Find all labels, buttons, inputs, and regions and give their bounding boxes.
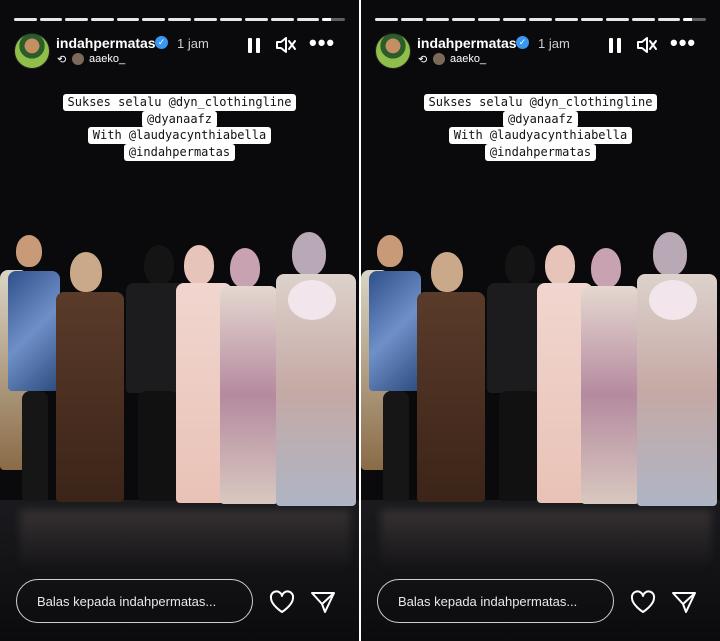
username[interactable]: indahpermatas: [417, 35, 517, 51]
heart-icon[interactable]: [269, 590, 295, 614]
progress-segment: [554, 18, 578, 21]
post-time: 1 jam: [538, 36, 570, 51]
heart-icon[interactable]: [630, 590, 656, 614]
progress-segment: [296, 18, 320, 21]
caption-line: With @laudyacynthiabella: [0, 126, 359, 144]
progress-segment: [168, 18, 191, 21]
progress-segment: [452, 18, 475, 21]
progress-segment: [14, 18, 37, 21]
avatar[interactable]: [375, 33, 411, 69]
progress-segment: [683, 18, 706, 21]
avatar[interactable]: [14, 33, 50, 69]
repost-username[interactable]: aaeko_: [450, 53, 486, 65]
caption-sticker[interactable]: Sukses selalu @dyn_clothingline: [423, 94, 658, 111]
progress-segment: [657, 18, 681, 21]
send-icon[interactable]: [671, 589, 697, 615]
progress-fill: [322, 18, 332, 21]
progress-segment: [322, 18, 345, 21]
reply-placeholder: Balas kepada indahpermatas...: [37, 594, 217, 609]
caption-sticker[interactable]: Sukses selalu @dyn_clothingline: [62, 94, 297, 111]
send-icon[interactable]: [310, 589, 336, 615]
caption-line: @indahpermatas: [361, 143, 720, 161]
story-progress-bar: [14, 18, 345, 21]
repost-icon: ⟲: [57, 54, 67, 66]
caption-line: Sukses selalu @dyn_clothingline: [0, 93, 359, 111]
progress-segment: [219, 18, 243, 21]
progress-segment: [529, 18, 552, 21]
pause-icon[interactable]: [247, 37, 261, 53]
progress-segment: [142, 18, 166, 21]
progress-segment: [245, 18, 268, 21]
reply-input[interactable]: Balas kepada indahpermatas...: [16, 579, 253, 623]
verified-badge-icon: ✓: [516, 36, 529, 49]
repost-avatar: [72, 53, 84, 65]
progress-segment: [580, 18, 604, 21]
more-dots-icon[interactable]: •••: [670, 32, 695, 54]
progress-segment: [193, 18, 217, 21]
caption-sticker[interactable]: With @laudyacynthiabella: [448, 127, 633, 144]
progress-segment: [477, 18, 501, 21]
repost-username[interactable]: aaeko_: [89, 53, 125, 65]
speaker-muted-icon[interactable]: [275, 35, 297, 55]
caption-sticker[interactable]: @indahpermatas: [484, 144, 597, 161]
caption-sticker[interactable]: With @laudyacynthiabella: [87, 127, 272, 144]
story-viewer-right[interactable]: indahpermatas ✓ 1 jam ⟲ aaeko_ ••• Sukse…: [361, 0, 720, 641]
caption-line: With @laudyacynthiabella: [361, 126, 720, 144]
verified-badge-icon: ✓: [155, 36, 168, 49]
progress-segment: [375, 18, 398, 21]
more-dots-icon[interactable]: •••: [309, 32, 334, 54]
screenshot-pair: indahpermatas ✓ 1 jam ⟲ aaeko_ ••• Sukse…: [0, 0, 720, 641]
progress-segment: [39, 18, 63, 21]
progress-segment: [91, 18, 114, 21]
progress-segment: [631, 18, 655, 21]
progress-segment: [400, 18, 424, 21]
username[interactable]: indahpermatas: [56, 35, 156, 51]
story-header: indahpermatas ✓ 1 jam ⟲ aaeko_ •••: [375, 32, 706, 69]
stage-photo: [0, 160, 359, 580]
progress-segment: [65, 18, 89, 21]
post-time: 1 jam: [177, 36, 209, 51]
pause-icon[interactable]: [608, 37, 622, 53]
story-viewer-left[interactable]: indahpermatas ✓ 1 jam ⟲ aaeko_ ••• Sukse…: [0, 0, 359, 641]
stage-photo: [361, 160, 720, 580]
reply-placeholder: Balas kepada indahpermatas...: [398, 594, 578, 609]
repost-icon: ⟲: [418, 54, 428, 66]
progress-segment: [270, 18, 294, 21]
progress-segment: [606, 18, 629, 21]
story-header: indahpermatas ✓ 1 jam ⟲ aaeko_ •••: [14, 32, 345, 69]
progress-segment: [503, 18, 527, 21]
speaker-muted-icon[interactable]: [636, 35, 658, 55]
progress-segment: [116, 18, 140, 21]
caption-sticker[interactable]: @indahpermatas: [123, 144, 236, 161]
repost-avatar: [433, 53, 445, 65]
caption-line: Sukses selalu @dyn_clothingline: [361, 93, 720, 111]
caption-line: @indahpermatas: [0, 143, 359, 161]
story-progress-bar: [375, 18, 706, 21]
progress-fill: [683, 18, 693, 21]
reply-input[interactable]: Balas kepada indahpermatas...: [377, 579, 614, 623]
progress-segment: [426, 18, 450, 21]
